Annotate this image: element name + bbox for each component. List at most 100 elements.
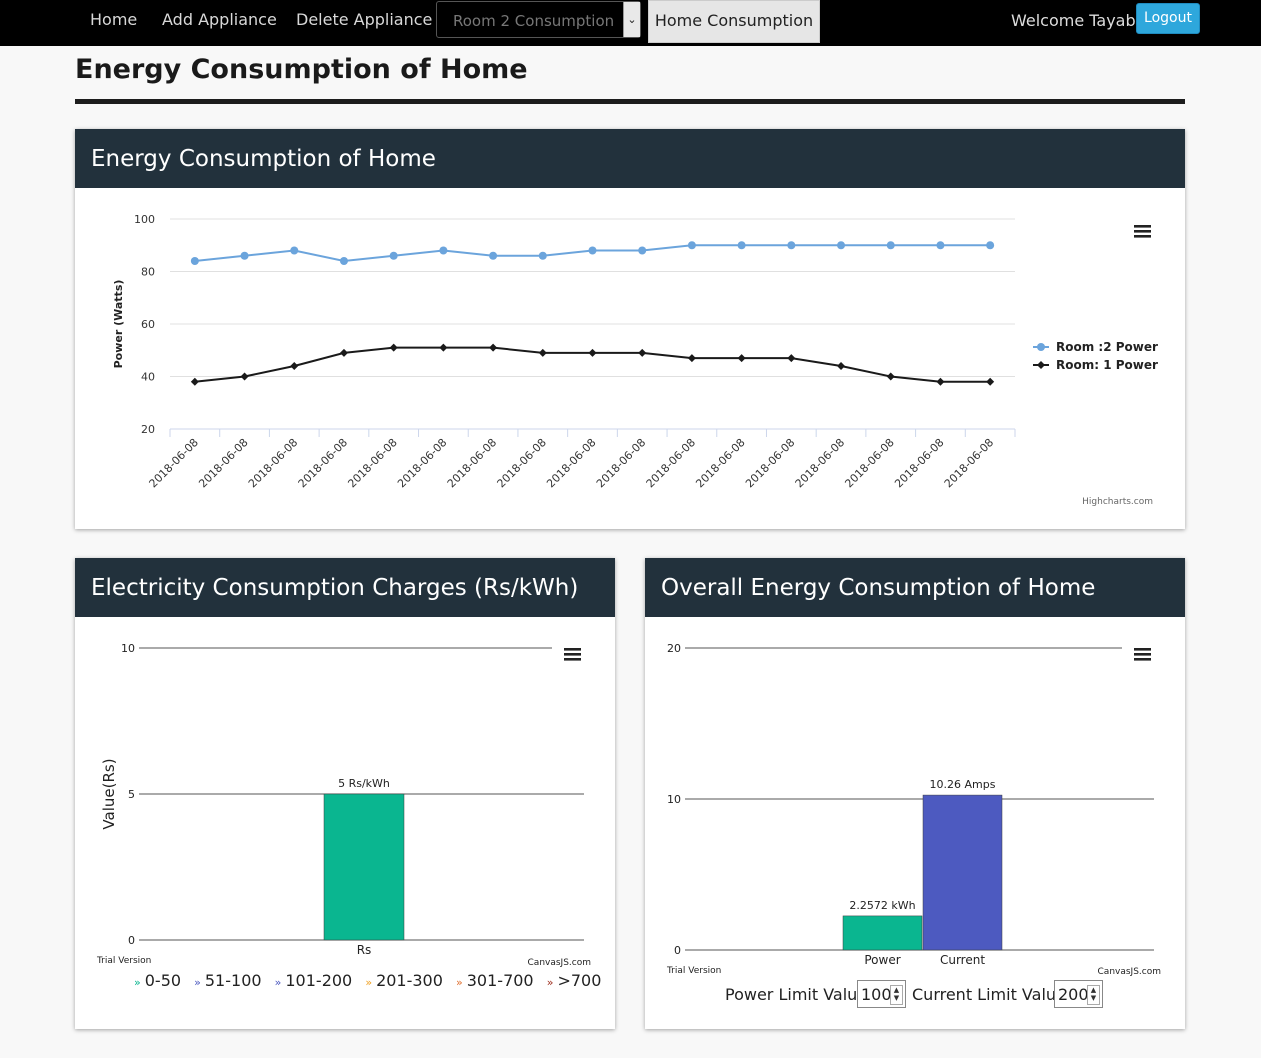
x-tick-label: 2018-06-08 [644, 436, 698, 490]
spinner-icon[interactable]: ▲ ▼ [1087, 985, 1100, 1005]
chevron-right-icon: » [134, 976, 141, 989]
chevron-right-icon: » [365, 976, 373, 989]
chevron-right-icon: » [274, 976, 282, 989]
legend-item: 101-200 [285, 971, 353, 990]
data-point [290, 362, 299, 370]
chevron-right-icon: » [546, 976, 554, 989]
data-point [389, 343, 398, 352]
panel-title: Overall Energy Consumption of Home [645, 558, 1185, 617]
charges-panel: Electricity Consumption Charges (Rs/kWh)… [75, 558, 615, 1029]
legend-item: 201-300 [376, 971, 443, 990]
bar [323, 793, 405, 941]
legend-label: Room :2 Power [1056, 340, 1158, 354]
chart-credit: CanvasJS.com [1098, 967, 1161, 977]
x-tick-label: Rs [357, 943, 372, 957]
menu-icon [564, 648, 581, 651]
current-limit-value: 200 [1058, 985, 1089, 1004]
panel-title: Electricity Consumption Charges (Rs/kWh) [75, 558, 615, 617]
legend-item: >700 [557, 971, 602, 990]
x-tick-label: Power [864, 953, 900, 967]
data-label: 2.2572 kWh [849, 899, 915, 912]
nav-delete-appliance-link[interactable]: Delete Appliance [296, 10, 432, 29]
data-point [588, 246, 597, 255]
nav-home-link[interactable]: Home [90, 10, 137, 29]
x-tick-label: Current [940, 953, 985, 967]
menu-icon [1134, 653, 1151, 656]
power-line-chart: 204060801002018-06-082018-06-082018-06-0… [112, 213, 1158, 507]
y-axis-title: Power (Watts) [112, 280, 125, 369]
chevron-right-icon: » [456, 976, 463, 989]
power-limit-input[interactable]: 100 ▲ ▼ [857, 980, 906, 1008]
logout-button[interactable]: Logout [1136, 3, 1200, 34]
data-point [389, 251, 398, 260]
bar [922, 794, 1003, 951]
x-tick-label: 2018-06-08 [743, 436, 797, 490]
room-select-value: Room 2 Consumption [453, 12, 615, 30]
charges-legend: » 0-50 » 51-100 » 101-200 » 201-300 » 301-700… [134, 971, 609, 990]
legend-label: Room: 1 Power [1056, 358, 1158, 372]
x-tick-label: 2018-06-08 [345, 436, 399, 490]
menu-icon [1134, 230, 1151, 233]
legend-marker [1037, 361, 1045, 369]
data-point [986, 241, 995, 250]
data-point [638, 246, 647, 255]
y-tick-label: 80 [141, 266, 155, 279]
x-tick-label: 2018-06-08 [793, 436, 847, 490]
legend-item: 0-50 [144, 971, 182, 990]
charges-bar-chart: 0 5 10 Value(Rs) 5 Rs/kWh Rs Trial Version Canv… [96, 642, 591, 968]
data-point [787, 354, 796, 363]
menu-icon [1134, 225, 1151, 228]
spinner-icon[interactable]: ▲ ▼ [890, 985, 903, 1005]
data-point [737, 241, 746, 250]
legend-item: 51-100 [204, 971, 262, 990]
data-point [638, 348, 647, 357]
data-point [737, 354, 746, 363]
data-point [538, 251, 547, 260]
page-title: Energy Consumption of Home [75, 54, 528, 85]
y-tick-label: 0 [128, 934, 135, 947]
legend-item: 301-700 [466, 971, 534, 990]
overall-panel: Overall Energy Consumption of Home 0 10 20… [645, 558, 1185, 1029]
data-label: 5 Rs/kWh [338, 777, 390, 790]
data-point [489, 343, 498, 352]
chart-credit: CanvasJS.com [528, 958, 591, 968]
home-consumption-panel: Energy Consumption of Home 20 40 60 80 100 20… [75, 129, 1185, 529]
data-point [837, 241, 846, 250]
x-tick-label: 2018-06-08 [544, 436, 598, 490]
x-tick-label: 2018-06-08 [147, 436, 201, 490]
y-tick-label: 100 [134, 213, 155, 226]
data-point [588, 348, 597, 357]
data-point [538, 348, 547, 357]
data-point [190, 257, 199, 265]
y-tick-label: 40 [141, 371, 155, 384]
chevron-right-icon: » [194, 976, 201, 989]
menu-icon [1134, 658, 1151, 661]
y-tick-label: 20 [667, 642, 681, 655]
x-tick-label: 2018-06-08 [842, 436, 896, 490]
current-limit-input[interactable]: 200 ▲ ▼ [1054, 980, 1103, 1008]
y-tick-label: 60 [141, 318, 155, 331]
x-tick-label: 2018-06-08 [296, 436, 350, 490]
y-tick-label: 20 [141, 423, 155, 436]
data-point [339, 348, 348, 357]
welcome-text: Welcome Tayab [1011, 11, 1136, 30]
power-limit-label: Power Limit Value: [725, 985, 873, 1004]
chevron-down-icon[interactable]: ⌄ [623, 2, 640, 37]
x-tick-label: 2018-06-08 [693, 436, 747, 490]
x-tick-label: 2018-06-08 [892, 436, 946, 490]
x-tick-label: 2018-06-08 [445, 436, 499, 490]
home-consumption-button[interactable]: Home Consumption [648, 0, 820, 43]
bar [842, 915, 923, 951]
x-tick-label: 2018-06-08 [246, 436, 300, 490]
data-point [439, 343, 448, 352]
overall-bar-chart: 0 10 20 2.2572 kWh Power 10.26 Amps Current Tri… [666, 642, 1161, 977]
data-point [240, 251, 249, 260]
nav-add-appliance-link[interactable]: Add Appliance [162, 10, 277, 29]
menu-icon [564, 653, 581, 656]
current-limit-label: Current Limit Value: [912, 985, 1072, 1004]
legend-marker [1037, 343, 1045, 351]
chart-credit: Highcharts.com [1082, 497, 1153, 507]
top-navbar: Home Add Appliance Delete Appliance Room… [0, 0, 1261, 46]
room-consumption-select[interactable]: Room 2 Consumption ⌄ [436, 1, 641, 38]
x-tick-label: 2018-06-08 [594, 436, 648, 490]
